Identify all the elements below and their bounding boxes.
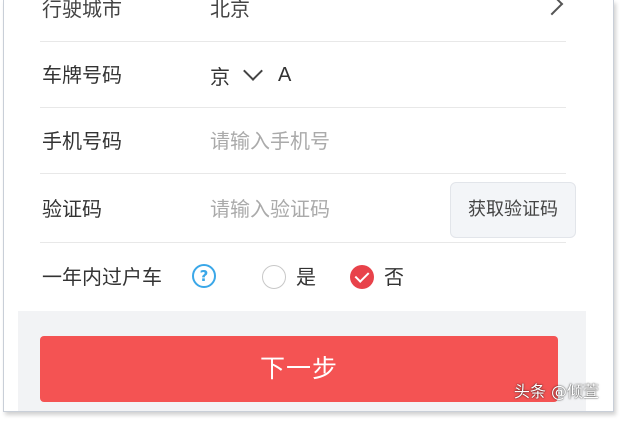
check-icon (354, 268, 370, 283)
transfer-label: 一年内过户车 (42, 265, 162, 289)
city-label: 行驶城市 (42, 0, 122, 21)
plate-input-group: 京 A (210, 42, 291, 108)
next-step-button[interactable]: 下一步 (40, 336, 558, 402)
get-verification-code-button[interactable]: 获取验证码 (450, 182, 576, 238)
screenshot-frame: 行驶城市 北京 车牌号码 京 A 手机号码 请输入手机号 验证码 请输入验证码 … (3, 0, 614, 412)
plate-province-select[interactable]: 京 (210, 61, 230, 90)
radio-yes[interactable] (262, 265, 286, 289)
chevron-right-icon (540, 0, 564, 16)
phone-input[interactable]: 请输入手机号 (210, 108, 330, 174)
city-row[interactable]: 行驶城市 北京 (40, 0, 566, 42)
transfer-row: 一年内过户车 ? 是 否 (40, 243, 566, 311)
watermark: 头条 @倾萱 (513, 382, 599, 401)
footer-bar: 下一步 (18, 311, 586, 411)
phone-row: 手机号码 请输入手机号 (40, 108, 566, 174)
radio-yes-label[interactable]: 是 (296, 243, 316, 311)
radio-no-checked[interactable] (350, 265, 374, 289)
phone-label: 手机号码 (42, 129, 122, 153)
plate-number-input[interactable]: A (278, 64, 291, 87)
verification-code-label: 验证码 (42, 197, 102, 221)
chevron-down-icon[interactable] (243, 61, 263, 81)
verification-code-input[interactable]: 请输入验证码 (210, 175, 330, 243)
plate-row: 车牌号码 京 A (40, 42, 566, 108)
plate-label: 车牌号码 (42, 63, 122, 87)
radio-no-label[interactable]: 否 (384, 243, 404, 311)
verification-code-row: 验证码 请输入验证码 获取验证码 (40, 175, 576, 243)
vehicle-info-form: 行驶城市 北京 车牌号码 京 A 手机号码 请输入手机号 验证码 请输入验证码 … (18, 0, 586, 411)
question-circle-icon[interactable]: ? (192, 264, 216, 288)
city-value: 北京 (210, 0, 250, 21)
